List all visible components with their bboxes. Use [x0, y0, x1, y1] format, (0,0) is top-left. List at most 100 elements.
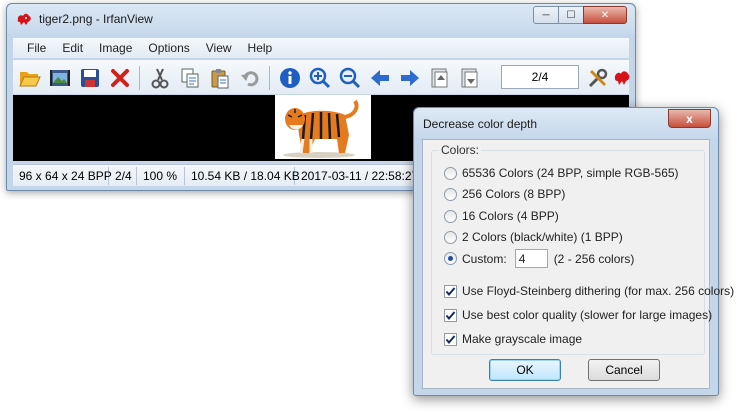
copy-icon — [181, 68, 199, 88]
radio-16-colors[interactable]: 16 Colors (4 BPP) — [444, 209, 559, 223]
custom-colors-input[interactable]: 4 — [514, 249, 548, 268]
status-filesize: 10.54 KB / 18.04 KB — [185, 166, 300, 185]
zoom-in-button[interactable] — [307, 65, 333, 91]
tiger-image — [275, 95, 371, 159]
close-icon: x — [686, 111, 693, 126]
status-page: 2/4 — [109, 166, 137, 185]
radio-label: 2 Colors (black/white) (1 BPP) — [462, 230, 623, 244]
checkbox[interactable] — [444, 332, 457, 346]
menu-help[interactable]: Help — [240, 41, 281, 55]
cut-button[interactable] — [147, 65, 173, 91]
radio-label: 65536 Colors (24 BPP, simple RGB-565) — [462, 166, 679, 180]
paste-icon — [211, 69, 229, 89]
minimize-button[interactable]: ─ — [533, 6, 559, 24]
undo-button[interactable] — [237, 65, 263, 91]
menu-file[interactable]: File — [19, 41, 54, 55]
radio-65536-colors[interactable]: 65536 Colors (24 BPP, simple RGB-565) — [444, 166, 679, 180]
settings-button[interactable] — [585, 65, 611, 91]
irfanview-logo-icon — [614, 71, 630, 85]
toolbar: 2/4 — [13, 59, 631, 94]
open-button[interactable] — [17, 65, 43, 91]
close-icon: ✕ — [600, 9, 610, 21]
radio-button[interactable] — [444, 252, 457, 265]
zoom-out-button[interactable] — [337, 65, 363, 91]
radio-label: 16 Colors (4 BPP) — [462, 209, 559, 223]
save-icon — [81, 69, 99, 87]
irfanview-logo-button[interactable] — [613, 65, 631, 91]
delete-button[interactable] — [107, 65, 133, 91]
checkmark-icon — [445, 286, 456, 296]
info-icon — [280, 68, 300, 88]
status-datetime: 2017-03-11 / 22:58:27 — [295, 166, 425, 185]
next-button[interactable] — [397, 65, 423, 91]
undo-icon — [241, 71, 259, 87]
info-button[interactable] — [277, 65, 303, 91]
decrease-color-depth-dialog: Decrease color depth x Colors: 65536 Col… — [413, 107, 734, 396]
caption-buttons: ─ ☐ ✕ — [533, 6, 627, 24]
status-dimensions: 96 x 64 x 24 BPP — [13, 166, 112, 185]
maximize-icon: ☐ — [566, 9, 576, 21]
toolbar-separator — [139, 66, 140, 90]
checkbox-label: Make grayscale image — [462, 332, 583, 346]
ok-button[interactable]: OK — [489, 359, 561, 381]
custom-range-hint: (2 - 256 colors) — [553, 251, 635, 266]
cut-icon — [151, 68, 169, 89]
radio-256-colors[interactable]: 256 Colors (8 BPP) — [444, 187, 565, 201]
radio-custom[interactable]: Custom: 4 (2 - 256 colors) — [444, 249, 634, 268]
irfanview-app-icon[interactable] — [15, 11, 33, 27]
previous-button[interactable] — [367, 65, 393, 91]
last-page-button[interactable] — [457, 65, 483, 91]
close-button[interactable]: ✕ — [583, 6, 627, 24]
open-folder-icon — [19, 72, 41, 87]
menu-image[interactable]: Image — [91, 41, 140, 55]
radio-button[interactable] — [444, 209, 457, 223]
menu-options[interactable]: Options — [140, 41, 197, 55]
first-page-icon — [431, 68, 448, 88]
status-zoom: 100 % — [137, 166, 185, 185]
settings-icon — [588, 68, 608, 88]
first-page-button[interactable] — [427, 65, 453, 91]
minimize-icon: ─ — [542, 9, 550, 21]
checkmark-icon — [445, 310, 456, 320]
title-bar[interactable]: tiger2.png - IrfanView ─ ☐ ✕ — [7, 4, 635, 34]
checkbox[interactable] — [444, 284, 457, 298]
slideshow-icon — [50, 70, 70, 86]
zoom-out-icon — [339, 67, 361, 89]
radio-button[interactable] — [444, 230, 457, 244]
radio-button[interactable] — [444, 166, 457, 180]
copy-button[interactable] — [177, 65, 203, 91]
page-indicator[interactable]: 2/4 — [501, 65, 579, 89]
maximize-button[interactable]: ☐ — [558, 6, 584, 24]
checkbox-label: Use best color quality (slower for large… — [462, 308, 713, 322]
radio-label: 256 Colors (8 BPP) — [462, 187, 566, 201]
colors-group-label: Colors: — [439, 143, 482, 157]
dialog-body: Colors: 65536 Colors (24 BPP, simple RGB… — [422, 139, 734, 389]
checkbox-label: Use Floyd-Steinberg dithering (for max. … — [462, 284, 735, 298]
slideshow-button[interactable] — [47, 65, 73, 91]
menu-edit[interactable]: Edit — [54, 41, 91, 55]
dialog-title-bar[interactable]: Decrease color depth x — [414, 108, 718, 138]
menu-view[interactable]: View — [198, 41, 240, 55]
radio-label: Custom: — [462, 251, 507, 266]
next-icon — [401, 70, 419, 86]
checkbox-dithering[interactable]: Use Floyd-Steinberg dithering (for max. … — [444, 284, 734, 298]
dialog-close-button[interactable]: x — [668, 109, 711, 128]
checkbox-grayscale[interactable]: Make grayscale image — [444, 332, 582, 346]
checkbox-best-quality[interactable]: Use best color quality (slower for large… — [444, 308, 712, 322]
menu-bar: File Edit Image Options View Help — [13, 38, 629, 58]
delete-icon — [111, 69, 129, 87]
previous-icon — [371, 70, 389, 86]
toolbar-separator — [269, 66, 270, 90]
dialog-title: Decrease color depth — [423, 117, 538, 131]
colors-group: Colors: 65536 Colors (24 BPP, simple RGB… — [431, 143, 734, 355]
save-button[interactable] — [77, 65, 103, 91]
last-page-icon — [461, 68, 478, 88]
window-title: tiger2.png - IrfanView — [39, 12, 153, 26]
paste-button[interactable] — [207, 65, 233, 91]
checkbox[interactable] — [444, 308, 457, 322]
cancel-button[interactable]: Cancel — [588, 359, 660, 381]
radio-button[interactable] — [444, 187, 457, 201]
radio-2-colors[interactable]: 2 Colors (black/white) (1 BPP) — [444, 230, 623, 244]
zoom-in-icon — [309, 67, 331, 89]
checkmark-icon — [445, 334, 456, 344]
